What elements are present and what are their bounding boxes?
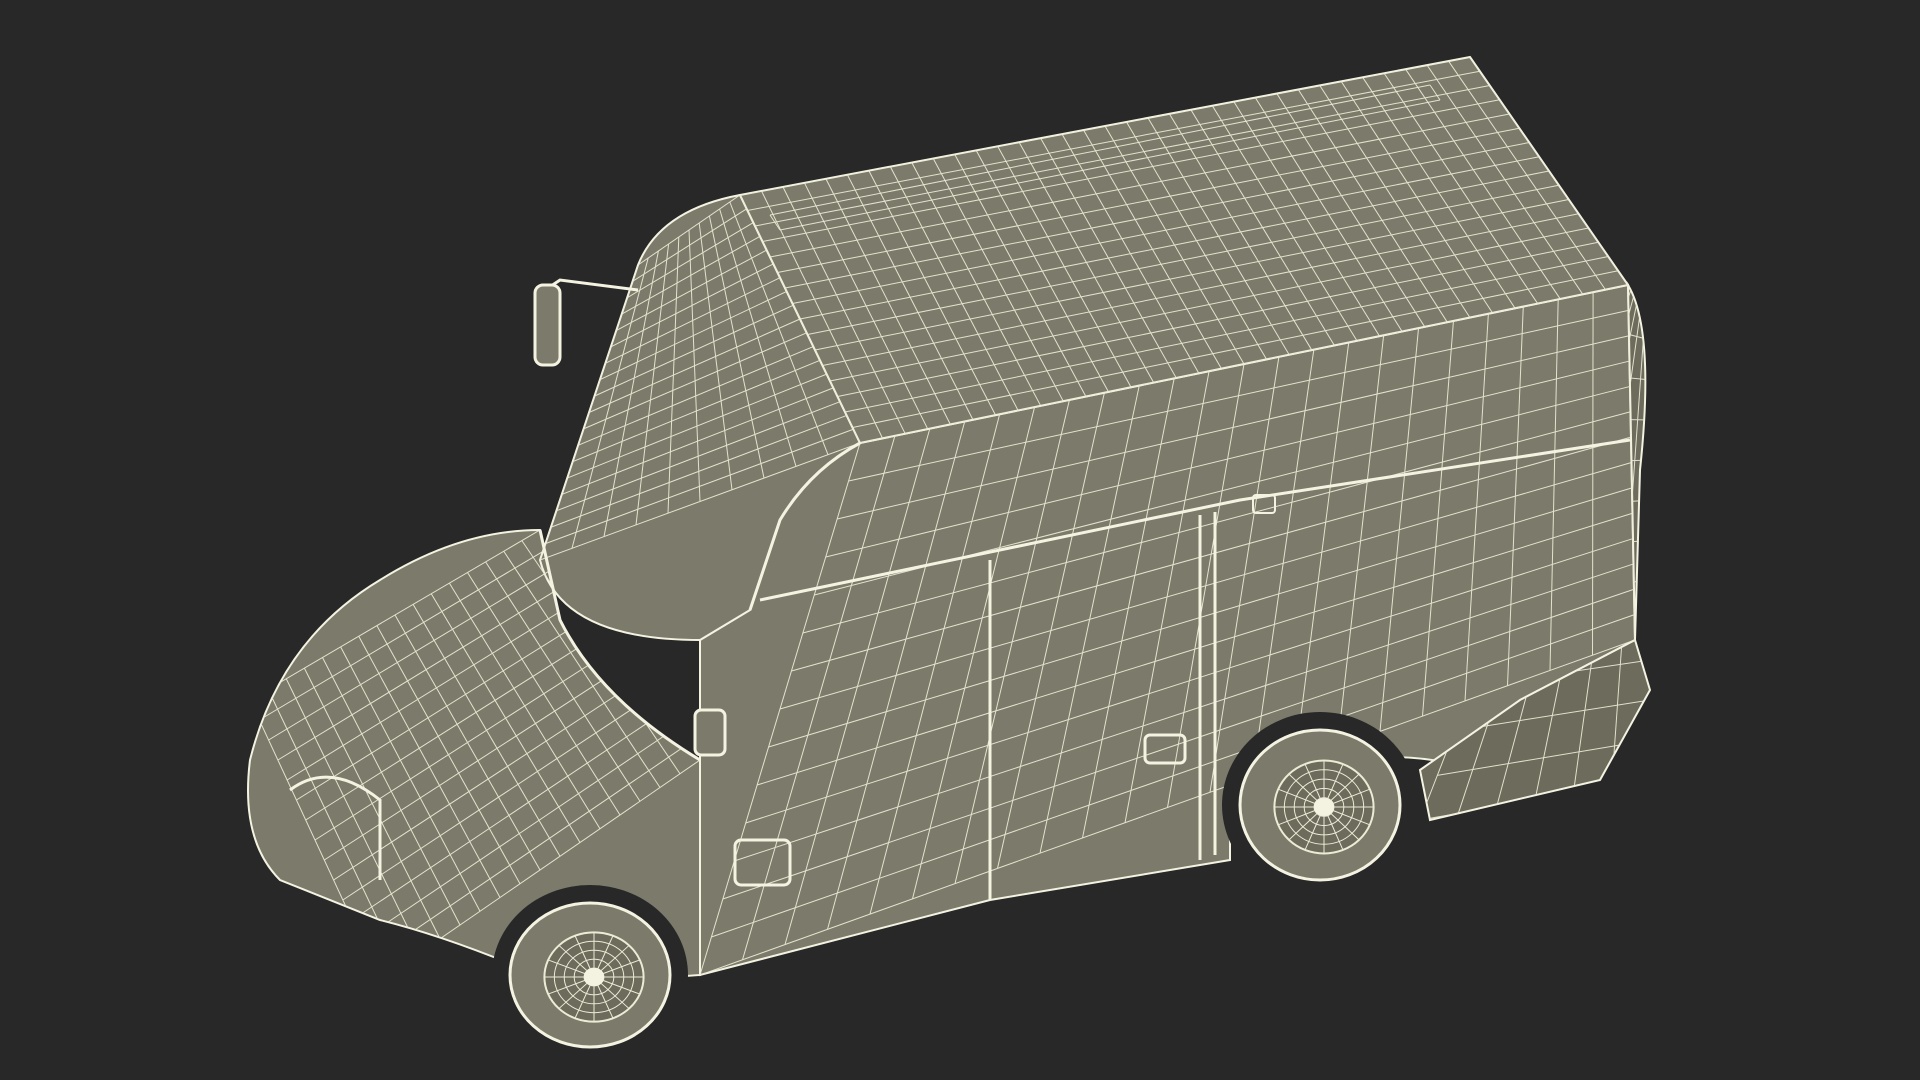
side-mirror — [533, 283, 562, 367]
render-viewport — [0, 0, 1920, 1080]
lower-mirror — [693, 708, 727, 757]
front-wheel — [492, 885, 688, 1065]
rear-wheel-hub — [1314, 798, 1334, 816]
front-wheel-hub — [584, 968, 604, 986]
rear-wheel — [1222, 712, 1418, 898]
van-wireframe-render — [247, 55, 1652, 1065]
